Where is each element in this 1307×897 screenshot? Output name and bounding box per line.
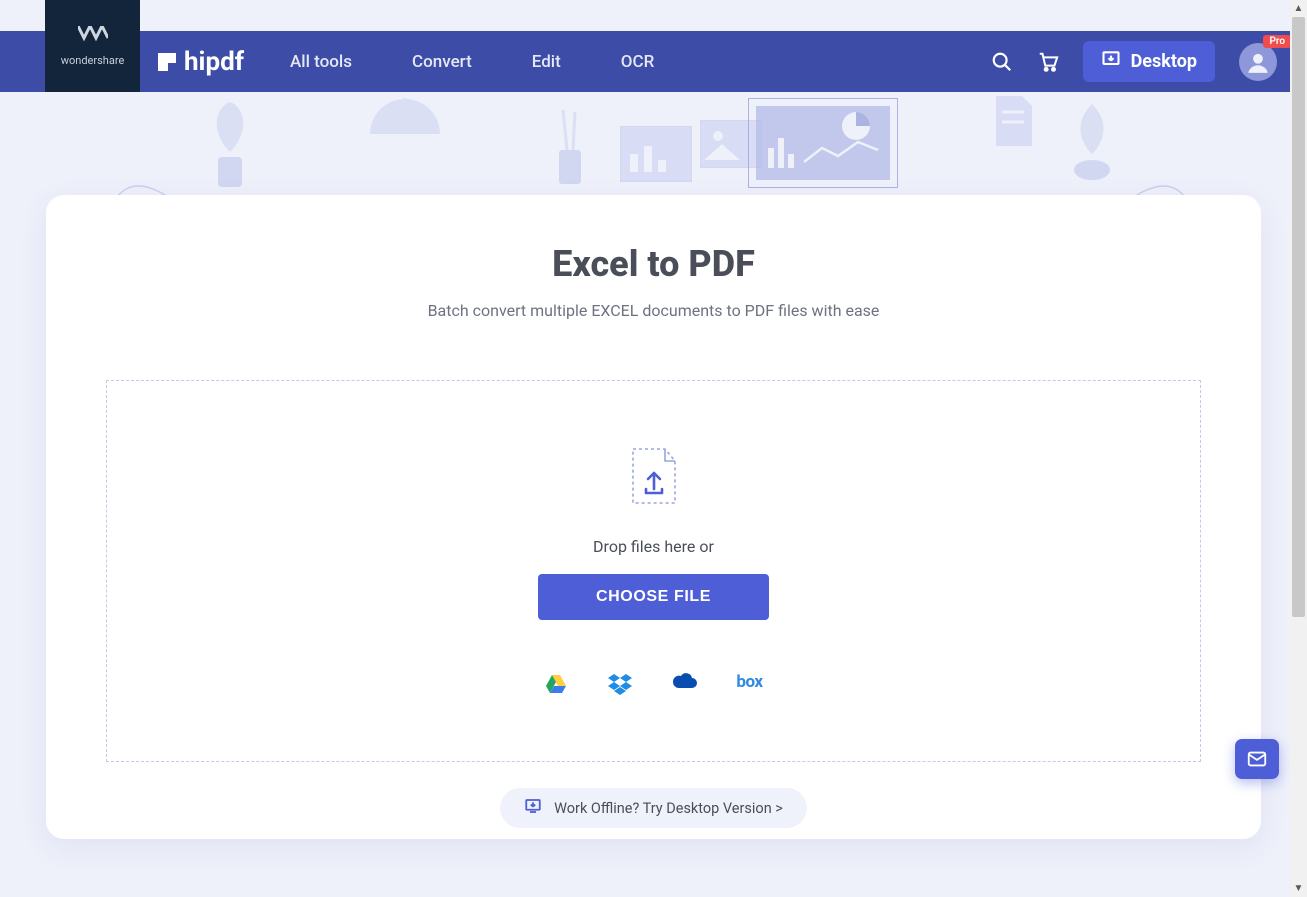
- wondershare-label: wondershare: [61, 54, 125, 67]
- nav-edit[interactable]: Edit: [532, 52, 561, 72]
- quill-icon: [1062, 104, 1122, 186]
- scroll-down-arrow-icon[interactable]: ▼: [1290, 880, 1307, 897]
- hipdf-logo-icon: [158, 53, 176, 71]
- download-icon: [1101, 49, 1121, 74]
- scroll-up-arrow-icon[interactable]: ▲: [1290, 0, 1307, 17]
- main-card: Excel to PDF Batch convert multiple EXCE…: [46, 195, 1261, 839]
- vertical-scrollbar[interactable]: ▲ ▼: [1290, 0, 1307, 897]
- desktop-download-icon: [524, 797, 542, 819]
- main-navbar: hipdf All tools Convert Edit OCR Desktop…: [0, 31, 1307, 92]
- lamp-icon: [360, 98, 450, 168]
- choose-file-button[interactable]: CHOOSE FILE: [538, 574, 769, 620]
- small-chart-icon: [620, 126, 692, 182]
- hipdf-logo-text: hipdf: [184, 47, 244, 77]
- nav-convert[interactable]: Convert: [412, 52, 472, 72]
- page-title: Excel to PDF: [46, 243, 1261, 285]
- wondershare-brand-block[interactable]: wondershare: [45, 0, 140, 92]
- nav-menu: All tools Convert Edit OCR: [290, 52, 654, 72]
- nav-all-tools[interactable]: All tools: [290, 52, 352, 72]
- cart-icon[interactable]: [1037, 51, 1059, 73]
- dashboard-icon: [748, 98, 898, 188]
- desktop-button[interactable]: Desktop: [1083, 41, 1215, 82]
- work-offline-pill[interactable]: Work Offline? Try Desktop Version >: [500, 788, 807, 828]
- google-drive-icon[interactable]: [544, 672, 568, 696]
- scrollbar-thumb[interactable]: [1292, 17, 1305, 617]
- search-icon[interactable]: [991, 51, 1013, 73]
- box-icon[interactable]: box: [736, 672, 762, 696]
- document-icon: [992, 96, 1034, 148]
- wondershare-mark-icon: [78, 25, 108, 50]
- top-strip: [0, 0, 1307, 31]
- nav-right: Desktop Pro: [991, 41, 1277, 82]
- hipdf-logo[interactable]: hipdf: [158, 47, 244, 77]
- pencil-cup-icon: [545, 110, 595, 188]
- file-dropzone[interactable]: Drop files here or CHOOSE FILE box: [106, 380, 1201, 762]
- desktop-button-label: Desktop: [1131, 51, 1197, 72]
- upload-file-icon: [629, 447, 679, 509]
- drop-files-text: Drop files here or: [593, 537, 714, 556]
- nav-ocr[interactable]: OCR: [621, 52, 655, 72]
- dropbox-icon[interactable]: [608, 672, 632, 696]
- work-offline-text: Work Offline? Try Desktop Version >: [554, 800, 783, 817]
- contact-mail-fab[interactable]: [1235, 739, 1279, 779]
- onedrive-icon[interactable]: [672, 672, 696, 696]
- user-avatar[interactable]: Pro: [1239, 43, 1277, 81]
- pro-badge: Pro: [1263, 35, 1291, 48]
- plant-icon: [190, 102, 270, 192]
- cloud-providers-row: box: [544, 672, 762, 696]
- page-subtitle: Batch convert multiple EXCEL documents t…: [46, 301, 1261, 320]
- box-text: box: [736, 672, 762, 692]
- decorative-illustration-row: [0, 92, 1307, 212]
- scrollbar-track[interactable]: [1290, 17, 1307, 880]
